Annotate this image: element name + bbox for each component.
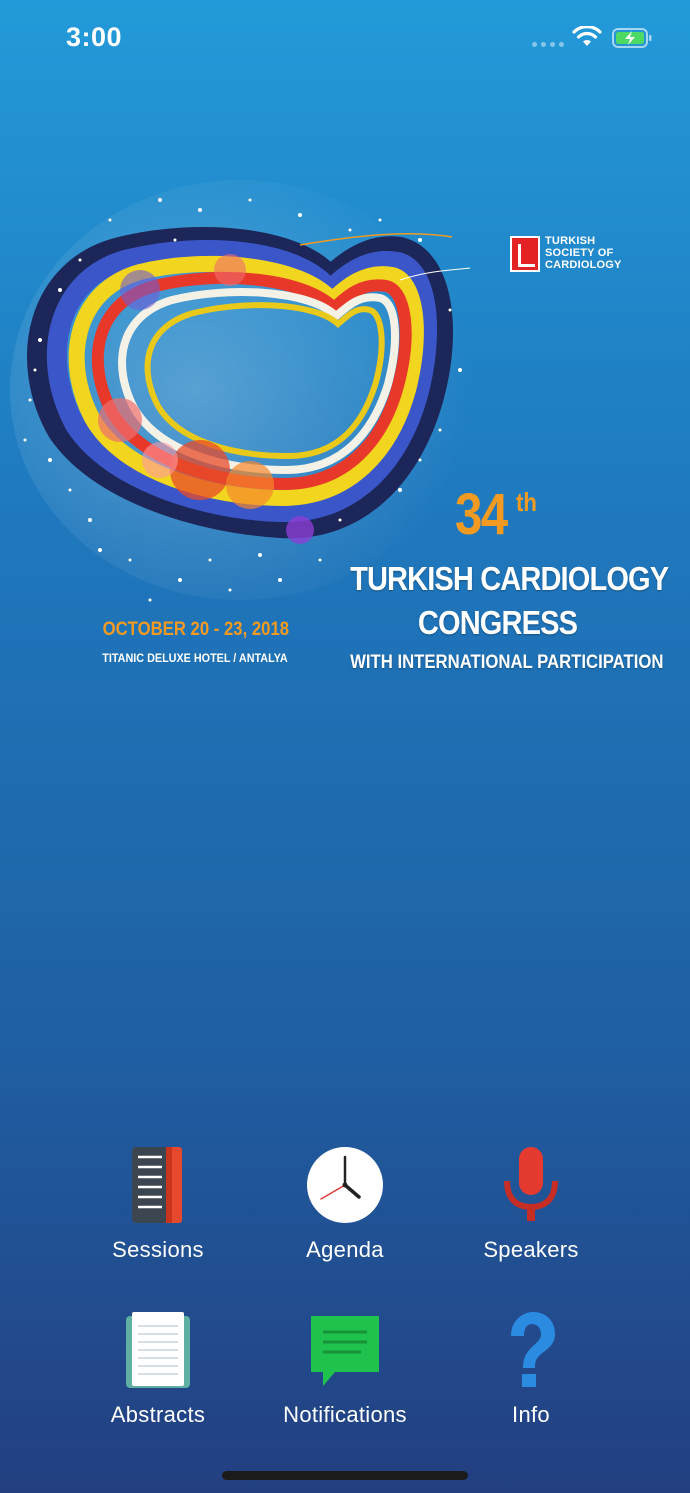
notifications-label: Notifications bbox=[283, 1402, 407, 1427]
info-label: Info bbox=[512, 1402, 550, 1427]
notifications-button[interactable]: Notifications bbox=[255, 1310, 435, 1460]
agenda-label: Agenda bbox=[306, 1237, 384, 1262]
congress-subtitle: WITH INTERNATIONAL PARTICIPATION bbox=[350, 652, 664, 673]
battery-charging-icon bbox=[612, 28, 652, 48]
edition-number: 34 bbox=[455, 482, 508, 547]
sessions-icon bbox=[132, 1147, 182, 1223]
congress-title-line1: TURKISH CARDIOLOGY bbox=[350, 560, 669, 597]
sessions-label: Sessions bbox=[112, 1237, 204, 1262]
agenda-button[interactable]: Agenda bbox=[255, 1145, 435, 1295]
microphone-icon bbox=[504, 1147, 558, 1221]
status-bar: 3:00 bbox=[0, 0, 690, 80]
abstracts-label: Abstracts bbox=[110, 1402, 206, 1427]
speakers-button[interactable]: Speakers bbox=[441, 1145, 621, 1295]
cellular-signal-icon bbox=[532, 42, 564, 47]
home-indicator[interactable] bbox=[222, 1471, 468, 1480]
tsc-logo-text: TURKISH SOCIETY OF CARDIOLOGY bbox=[545, 235, 622, 271]
info-button[interactable]: Info bbox=[441, 1310, 621, 1460]
congress-title-line2: CONGRESS bbox=[417, 604, 578, 641]
abstracts-button[interactable]: Abstracts bbox=[68, 1310, 248, 1460]
notebook-icon bbox=[126, 1312, 190, 1388]
wifi-icon bbox=[572, 26, 602, 46]
turkish-society-of-cardiology-logo: TURKISH SOCIETY OF CARDIOLOGY bbox=[510, 234, 640, 278]
congress-dates: OCTOBER 20 - 23, 2018 bbox=[102, 619, 290, 640]
edition-suffix: th bbox=[516, 487, 537, 517]
congress-venue: TITANIC DELUXE HOTEL / ANTALYA bbox=[102, 651, 288, 665]
sessions-button[interactable]: Sessions bbox=[68, 1145, 248, 1295]
clock-icon bbox=[307, 1147, 383, 1223]
speakers-label: Speakers bbox=[483, 1237, 579, 1262]
status-time: 3:00 bbox=[66, 22, 123, 52]
tsc-logo-mark bbox=[510, 236, 540, 272]
chat-bubble-icon bbox=[311, 1316, 379, 1386]
question-mark-icon bbox=[511, 1312, 555, 1387]
